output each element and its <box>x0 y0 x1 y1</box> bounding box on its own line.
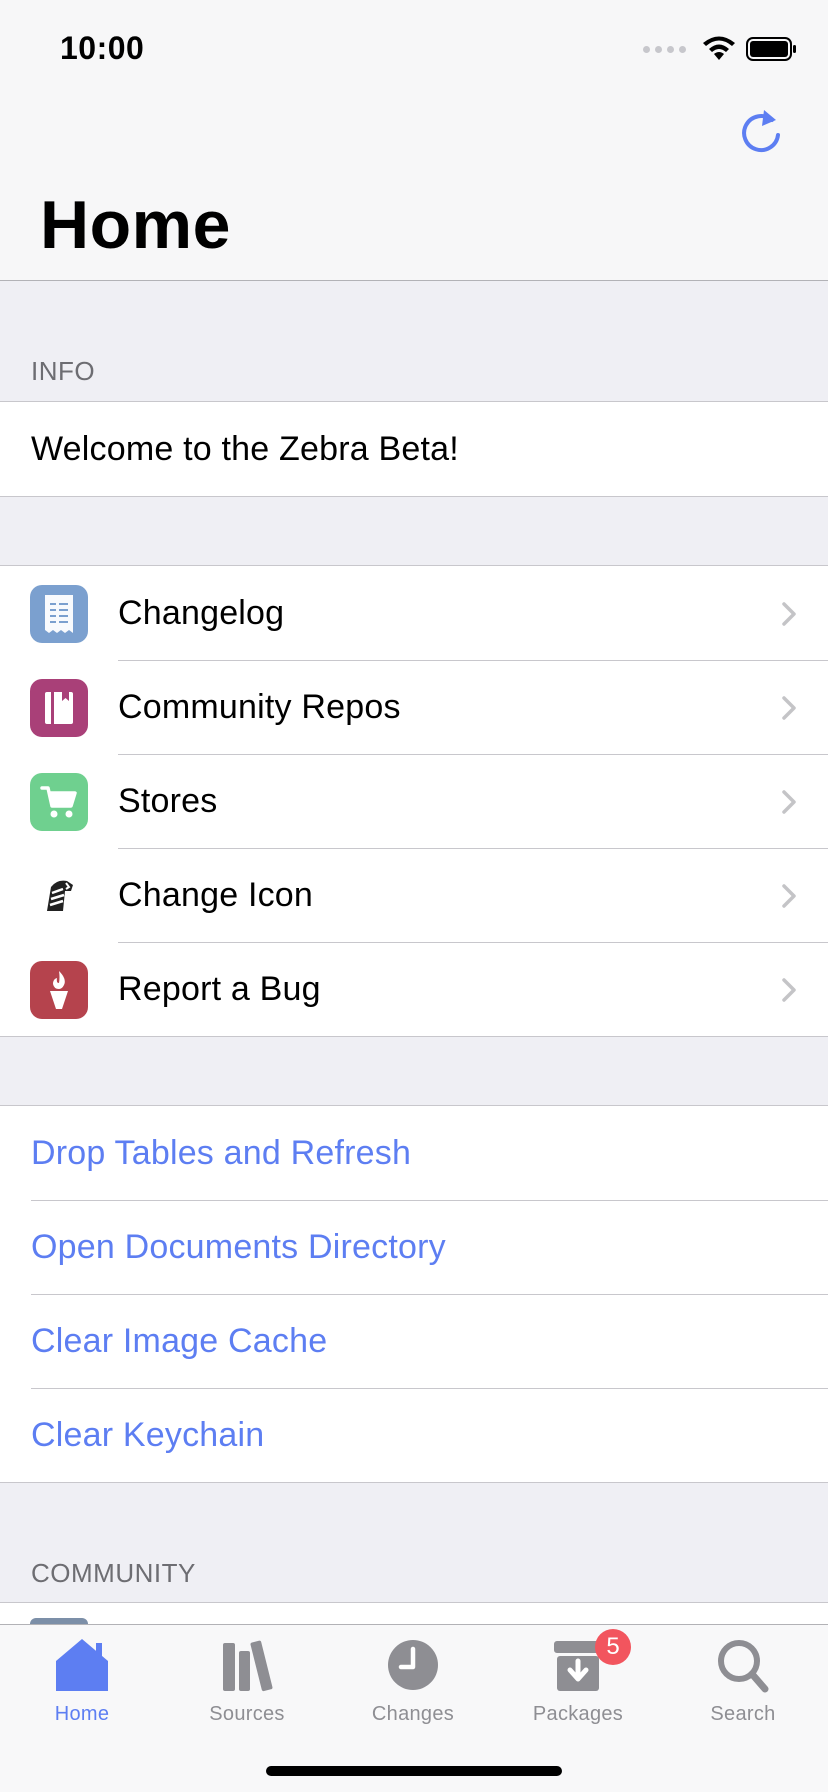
menu-item-stores[interactable]: Stores <box>0 754 828 848</box>
info-row: Welcome to the Zebra Beta! <box>0 402 828 496</box>
cart-icon <box>30 773 88 831</box>
action-label: Clear Keychain <box>31 1415 265 1454</box>
tab-changes[interactable]: Changes <box>338 1635 488 1735</box>
status-time: 10:00 <box>60 30 145 66</box>
drop-tables-button[interactable]: Drop Tables and Refresh <box>0 1106 828 1200</box>
zebra-icon <box>30 867 88 925</box>
tab-packages[interactable]: 5 Packages <box>503 1629 653 1735</box>
wifi-icon <box>703 36 735 60</box>
chevron-right-icon <box>782 602 796 626</box>
home-indicator <box>266 1766 562 1776</box>
actions-group: Drop Tables and Refresh Open Documents D… <box>0 1105 828 1483</box>
section-header-info: INFO <box>31 356 96 386</box>
books-icon <box>223 1640 273 1692</box>
chevron-right-icon <box>782 884 796 908</box>
page-title: Home <box>40 187 231 263</box>
menu-item-label: Change Icon <box>118 875 314 914</box>
open-documents-button[interactable]: Open Documents Directory <box>0 1200 828 1294</box>
menu-item-label: Stores <box>118 781 218 820</box>
changelog-icon <box>30 585 88 643</box>
chevron-right-icon <box>782 696 796 720</box>
menu-item-changelog[interactable]: Changelog <box>0 566 828 660</box>
tab-sources[interactable]: Sources <box>172 1635 322 1735</box>
menu-group: Changelog Community Repos Stores Change … <box>0 565 828 1037</box>
tab-label: Changes <box>371 1703 455 1725</box>
book-icon <box>30 679 88 737</box>
chevron-right-icon <box>782 978 796 1002</box>
welcome-message: Welcome to the Zebra Beta! <box>31 429 459 468</box>
action-label: Clear Image Cache <box>31 1321 328 1360</box>
tab-label: Search <box>710 1703 776 1725</box>
menu-item-change-icon[interactable]: Change Icon <box>0 848 828 942</box>
search-icon <box>718 1640 769 1693</box>
packages-badge: 5 <box>595 1629 631 1665</box>
navigation-bar: Home <box>0 100 828 281</box>
menu-item-label: Report a Bug <box>118 969 321 1008</box>
clear-image-cache-button[interactable]: Clear Image Cache <box>0 1294 828 1388</box>
tab-label: Home <box>54 1703 110 1725</box>
info-group: Welcome to the Zebra Beta! <box>0 401 828 497</box>
community-group <box>0 1602 828 1624</box>
tab-label: Sources <box>209 1703 285 1725</box>
tab-label: Packages <box>532 1703 624 1725</box>
section-header-community: COMMUNITY <box>31 1558 196 1588</box>
tab-search[interactable]: Search <box>668 1635 818 1735</box>
menu-item-report-a-bug[interactable]: Report a Bug <box>0 942 828 1036</box>
menu-item-label: Changelog <box>118 593 285 632</box>
status-icons <box>643 36 798 62</box>
chevron-right-icon <box>782 790 796 814</box>
refresh-icon <box>742 110 780 152</box>
battery-icon <box>746 37 796 61</box>
torch-icon <box>30 961 88 1019</box>
clear-keychain-button[interactable]: Clear Keychain <box>0 1388 828 1482</box>
menu-item-label: Community Repos <box>118 687 401 726</box>
status-bar: 10:00 <box>0 0 828 100</box>
cellular-signal-icon <box>643 45 686 53</box>
action-label: Drop Tables and Refresh <box>31 1133 412 1172</box>
home-icon <box>56 1639 108 1691</box>
menu-item-community-repos[interactable]: Community Repos <box>0 660 828 754</box>
clock-icon <box>388 1640 438 1690</box>
action-label: Open Documents Directory <box>31 1227 446 1266</box>
refresh-button[interactable] <box>734 106 788 160</box>
tab-home[interactable]: Home <box>7 1635 157 1735</box>
